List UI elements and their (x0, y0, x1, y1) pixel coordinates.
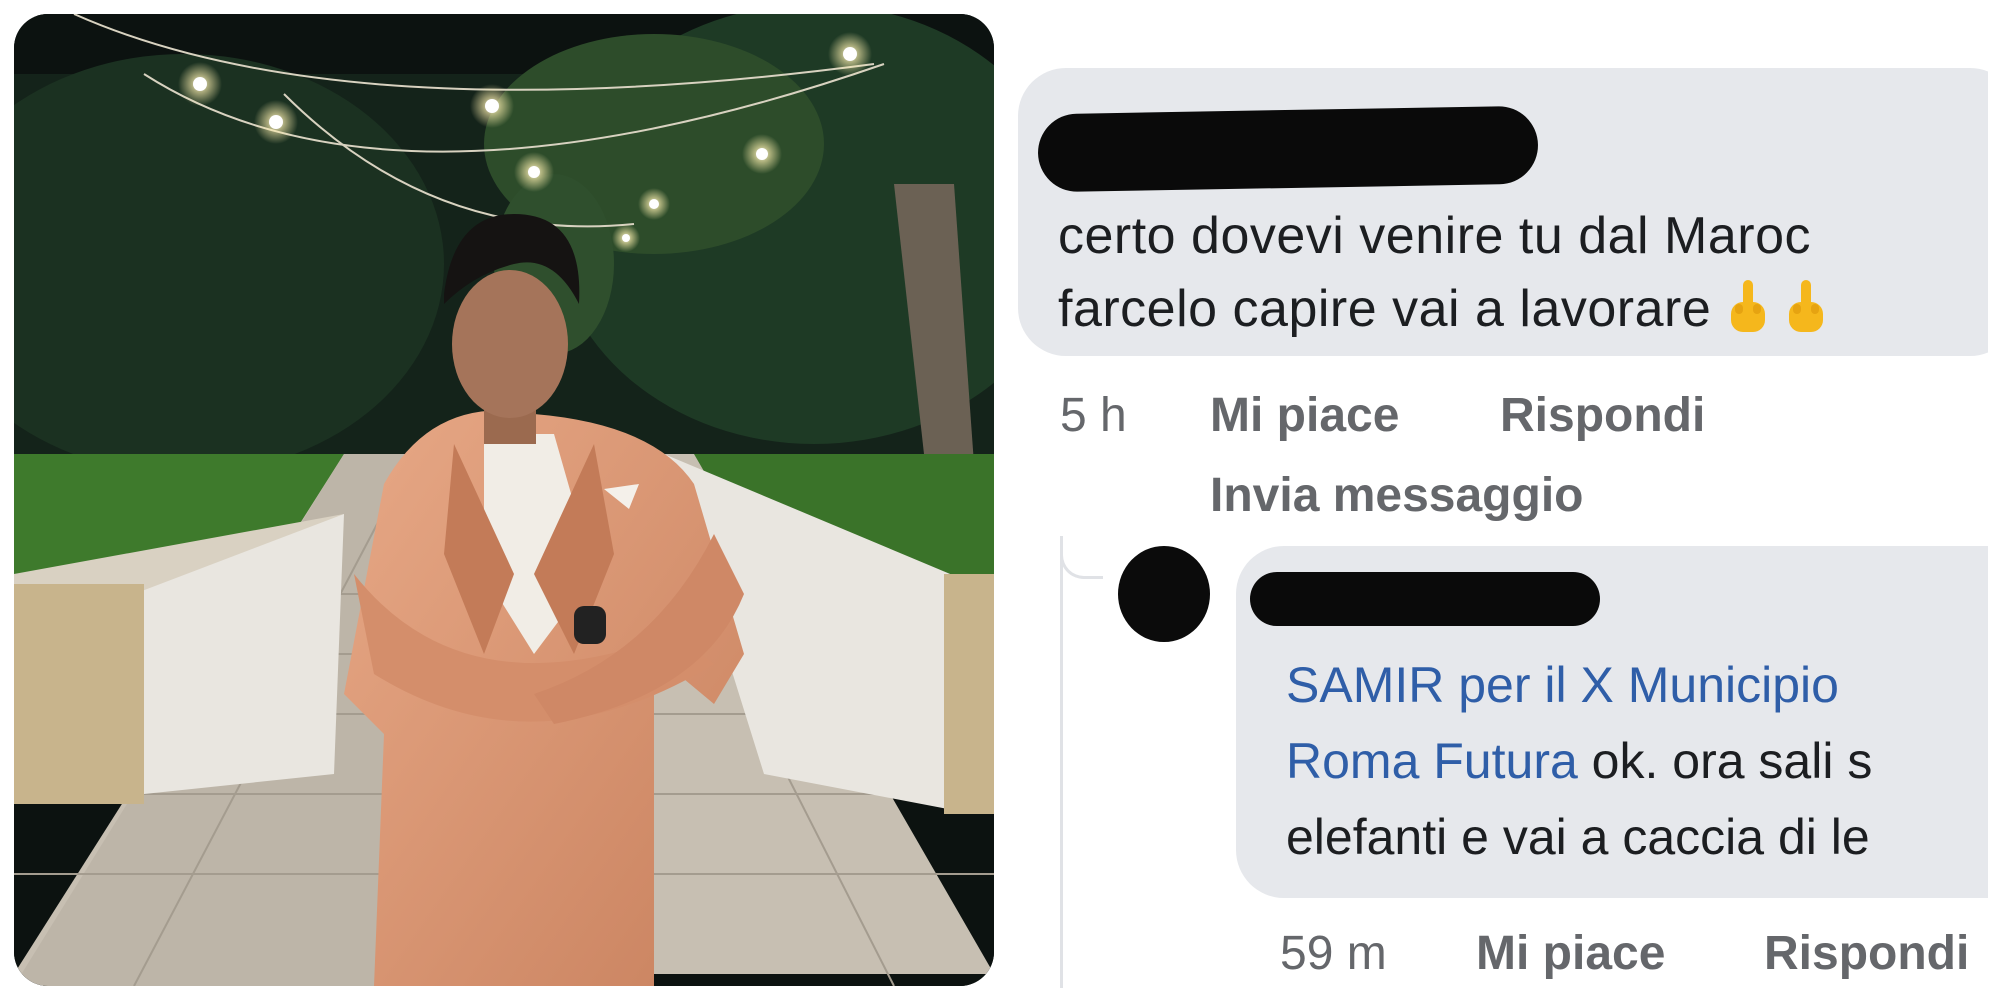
like-button[interactable]: Mi piace (1210, 388, 1399, 443)
redacted-username (1037, 105, 1539, 193)
page-mention-link[interactable]: SAMIR per il X Municipio (1286, 657, 1839, 713)
reply-text-line: Roma Futura ok. ora sali s (1286, 732, 1872, 790)
reply-button[interactable]: Rispondi (1764, 926, 1969, 981)
comment-thread-screenshot: certo dovevi venire tu dal Maroc farcelo… (1010, 16, 1988, 988)
comment-text-line: farcelo capire vai a lavorare (1058, 278, 1827, 339)
middle-finger-emoji-icon (1731, 280, 1766, 332)
comment-text: farcelo capire vai a lavorare (1058, 280, 1712, 338)
send-message-button[interactable]: Invia messaggio (1210, 468, 1583, 523)
comment-timestamp: 5 h (1060, 389, 1127, 442)
reply-timestamp: 59 m (1280, 927, 1387, 980)
like-button[interactable]: Mi piace (1476, 926, 1665, 981)
comment-bubble: certo dovevi venire tu dal Maroc farcelo… (1018, 68, 1988, 356)
reply-thread-connector (1060, 536, 1103, 579)
reply-text: ok. ora sali s (1577, 733, 1873, 789)
page-mention-link[interactable]: Roma Futura (1286, 733, 1578, 789)
reply-button[interactable]: Rispondi (1500, 388, 1705, 443)
portrait-photo (14, 14, 994, 986)
redacted-username (1250, 572, 1600, 626)
reply-text-line: elefanti e vai a caccia di le (1286, 809, 1870, 865)
comment-text-line: certo dovevi venire tu dal Maroc (1058, 207, 1812, 265)
avatar[interactable] (1118, 546, 1210, 642)
portrait-photo-scene (14, 14, 994, 986)
middle-finger-emoji-icon (1789, 280, 1824, 332)
reply-text-line: SAMIR per il X Municipio (1286, 656, 1839, 714)
reply-bubble: SAMIR per il X Municipio Roma Futura ok.… (1236, 546, 1988, 898)
reply-thread-line (1060, 536, 1063, 988)
